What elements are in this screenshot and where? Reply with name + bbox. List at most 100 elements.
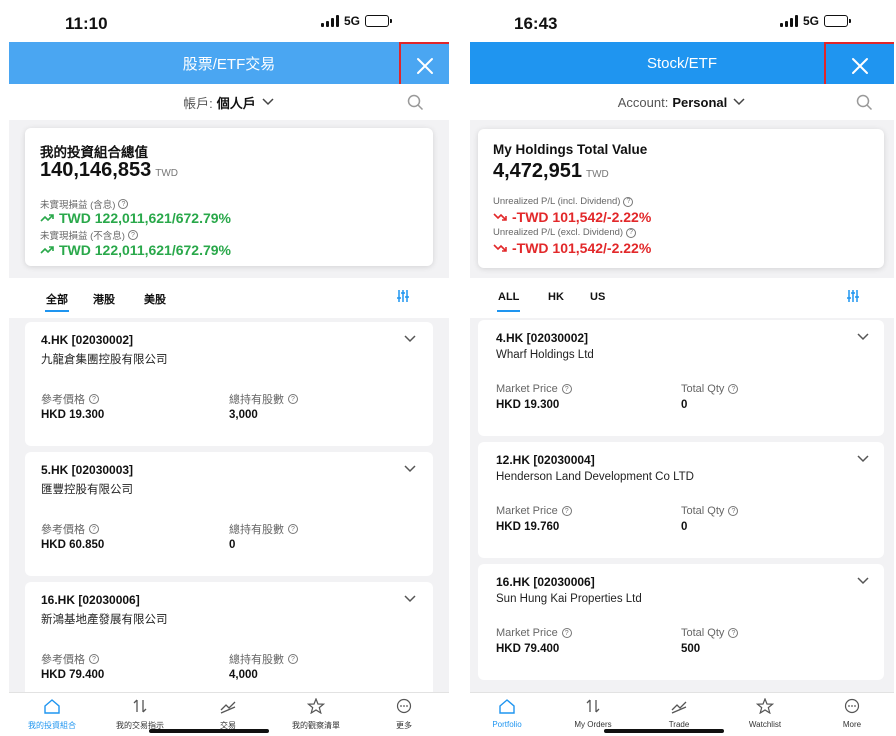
unrealized-pl-excl-value: TWD 122,011,621/672.79% xyxy=(59,242,232,258)
swap-icon xyxy=(586,699,600,713)
nav-more[interactable]: 更多 xyxy=(367,698,441,731)
network-type: 5G xyxy=(803,14,820,28)
account-value: 個人戶 xyxy=(216,95,256,111)
help-icon[interactable]: ? xyxy=(288,524,298,534)
nav-watchlist[interactable]: Watchlist xyxy=(728,697,802,729)
chevron-down-icon xyxy=(857,577,869,585)
help-icon[interactable]: ? xyxy=(127,230,138,240)
help-icon[interactable]: ? xyxy=(561,628,572,638)
stock-code: 4.HK [02030002] xyxy=(496,331,589,345)
help-icon[interactable]: ? xyxy=(728,506,739,516)
battery-icon xyxy=(365,15,393,27)
stock-code: 5.HK [02030003] xyxy=(41,463,134,477)
help-icon[interactable]: ? xyxy=(623,196,634,207)
help-icon[interactable]: ? xyxy=(288,654,298,664)
header-bar: 股票/ETF交易 xyxy=(9,42,449,90)
help-icon[interactable]: ? xyxy=(561,384,572,394)
swap-icon xyxy=(133,699,147,713)
close-button[interactable] xyxy=(399,42,449,90)
stock-name: 九龍倉集團控股有限公司 xyxy=(41,354,168,366)
unrealized-pl-excl-label: 未實現損益 (不含息) xyxy=(40,231,125,242)
help-icon[interactable]: ? xyxy=(89,654,99,664)
comparison-stage: 11:10 5G 股票/ETF交易 帳戶: 個人戶 我的投資組合總值 140,1… xyxy=(0,0,896,736)
status-bar: 16:43 5G xyxy=(470,0,894,42)
unrealized-pl-incl-value: -TWD 101,542/-2.22% xyxy=(512,209,652,225)
account-selector[interactable]: Account: Personal xyxy=(470,84,894,120)
help-icon[interactable]: ? xyxy=(89,394,99,404)
stock-name: 新鴻基地產發展有限公司 xyxy=(41,614,168,626)
phone-screen-chinese: 11:10 5G 股票/ETF交易 帳戶: 個人戶 我的投資組合總值 140,1… xyxy=(9,0,449,736)
chevron-down-icon xyxy=(857,333,869,341)
price-value: HKD 19.760 xyxy=(496,521,560,533)
filter-icon[interactable] xyxy=(396,289,410,303)
unrealized-pl-incl-label: 未實現損益 (含息) xyxy=(40,200,116,211)
tab-us[interactable]: 美股 xyxy=(144,291,166,307)
tab-hk[interactable]: HK xyxy=(548,291,564,303)
help-icon[interactable]: ? xyxy=(728,384,739,394)
market-tabs: ALL HK US xyxy=(470,278,894,318)
total-value: 4,472,951 xyxy=(493,160,582,182)
holding-card[interactable]: 16.HK [02030006] 新鴻基地產發展有限公司 參考價格? 總持有股數… xyxy=(25,582,433,706)
price-value: HKD 79.400 xyxy=(41,669,105,681)
stock-name: Sun Hung Kai Properties Ltd xyxy=(496,593,642,605)
qty-label: 總持有股數 xyxy=(229,394,284,406)
holding-card[interactable]: 5.HK [02030003] 匯豐控股有限公司 參考價格? 總持有股數? HK… xyxy=(25,452,433,576)
help-icon[interactable]: ? xyxy=(561,506,572,516)
filter-icon[interactable] xyxy=(846,289,860,303)
signal-icon xyxy=(780,15,798,27)
tab-all[interactable]: 全部 xyxy=(46,291,68,307)
price-label: Market Price xyxy=(496,505,558,517)
qty-value: 3,000 xyxy=(229,409,258,421)
tab-all[interactable]: ALL xyxy=(498,291,519,303)
tab-hk[interactable]: 港股 xyxy=(93,291,115,307)
help-icon[interactable]: ? xyxy=(728,628,739,638)
help-icon[interactable]: ? xyxy=(288,394,298,404)
status-time: 16:43 xyxy=(514,14,558,33)
account-selector[interactable]: 帳戶: 個人戶 xyxy=(9,84,449,120)
account-label: 帳戶: xyxy=(183,95,213,111)
stock-name: 匯豐控股有限公司 xyxy=(41,484,133,496)
nav-trade[interactable]: Trade xyxy=(642,698,716,729)
trend-up-icon xyxy=(40,246,54,254)
stock-code: 16.HK [02030006] xyxy=(496,575,595,589)
nav-orders[interactable]: My Orders xyxy=(556,698,630,729)
chevron-down-icon xyxy=(857,455,869,463)
price-label: 參考價格 xyxy=(41,394,85,406)
home-icon xyxy=(44,699,60,714)
chevron-down-icon xyxy=(404,465,416,473)
trend-down-icon xyxy=(493,244,507,252)
bottom-navigation: 我的投資組合 我的交易指示 交易 我的觀察清單 更多 xyxy=(9,692,449,736)
star-icon xyxy=(306,697,326,715)
close-button[interactable] xyxy=(824,42,894,90)
tab-active-indicator xyxy=(45,310,69,312)
stock-code: 12.HK [02030004] xyxy=(496,453,595,467)
help-icon[interactable]: ? xyxy=(89,524,99,534)
nav-portfolio[interactable]: 我的投資組合 xyxy=(15,698,89,731)
chevron-down-icon xyxy=(262,98,274,106)
holding-card[interactable]: 16.HK [02030006] Sun Hung Kai Properties… xyxy=(478,564,884,680)
nav-trade[interactable]: 交易 xyxy=(191,698,265,731)
header-bar: Stock/ETF xyxy=(470,42,894,90)
nav-more[interactable]: More xyxy=(815,698,889,729)
trend-down-icon xyxy=(493,213,507,221)
holding-card[interactable]: 4.HK [02030002] 九龍倉集團控股有限公司 參考價格? 總持有股數?… xyxy=(25,322,433,446)
holding-card[interactable]: 4.HK [02030002] Wharf Holdings Ltd Marke… xyxy=(478,320,884,436)
nav-portfolio[interactable]: Portfolio xyxy=(470,698,544,729)
holdings-summary-card: 我的投資組合總值 140,146,853 TWD 未實現損益 (含息)? TWD … xyxy=(25,128,433,266)
unrealized-pl-incl-value: TWD 122,011,621/672.79% xyxy=(59,210,232,226)
search-icon[interactable] xyxy=(407,94,424,111)
stock-code: 16.HK [02030006] xyxy=(41,593,140,607)
qty-value: 0 xyxy=(681,399,688,411)
price-label: Market Price xyxy=(496,627,558,639)
holding-card[interactable]: 12.HK [02030004] Henderson Land Developm… xyxy=(478,442,884,558)
qty-value: 0 xyxy=(229,539,236,551)
home-icon xyxy=(499,699,515,714)
help-icon[interactable]: ? xyxy=(118,199,129,209)
search-icon[interactable] xyxy=(856,94,873,111)
more-icon xyxy=(844,698,860,714)
nav-orders[interactable]: 我的交易指示 xyxy=(103,698,177,731)
home-indicator xyxy=(604,729,724,733)
tab-us[interactable]: US xyxy=(590,291,605,303)
help-icon[interactable]: ? xyxy=(626,227,637,238)
nav-watchlist[interactable]: 我的觀察清單 xyxy=(279,697,353,731)
